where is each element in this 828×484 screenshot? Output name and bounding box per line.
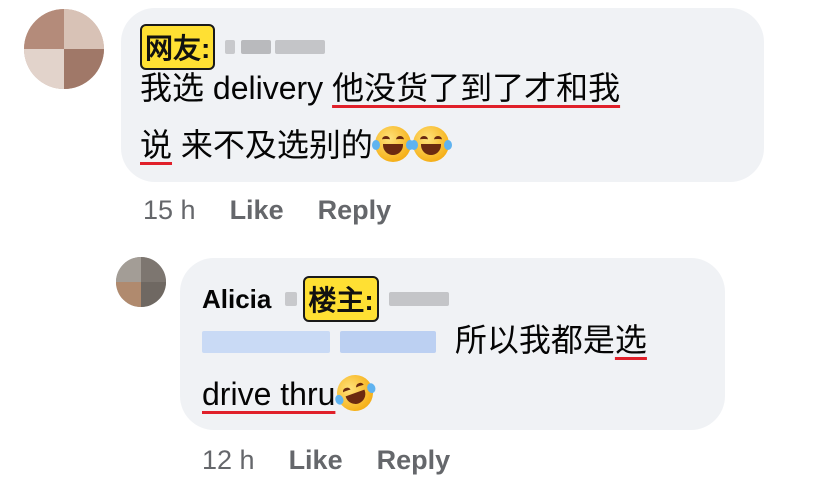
laughing-tears-emoji [409, 126, 452, 162]
comment-author-row: 网友: [140, 24, 326, 70]
avatar[interactable] [24, 9, 104, 89]
comment-text: 来不及选别的 [172, 127, 373, 163]
avatar-pixel [64, 49, 104, 89]
avatar-pixel [141, 282, 166, 307]
comment-meta: 15 h Like Reply [143, 195, 425, 226]
avatar-pixel [116, 257, 141, 282]
reply-button[interactable]: Reply [318, 195, 392, 226]
comment-author-row: Alicia 楼主: [202, 276, 449, 322]
comment-text: 我选 delivery [140, 70, 333, 106]
author-name[interactable]: Alicia [202, 284, 271, 315]
avatar[interactable] [116, 257, 166, 307]
blurred-author-name [275, 40, 326, 54]
blurred-mention [202, 331, 330, 353]
avatar-pixel [116, 282, 141, 307]
blurred-mention [340, 331, 436, 353]
comment-text-line: 所以我都是选 [202, 322, 647, 358]
reply-button[interactable]: Reply [377, 445, 451, 476]
blurred-author-name [241, 40, 272, 54]
comment-text-underlined: drive thru [202, 376, 336, 412]
blurred-author-name [388, 292, 449, 306]
like-button[interactable]: Like [230, 195, 284, 226]
laughing-tears-emoji [371, 126, 414, 162]
blurred-author-name [225, 40, 236, 54]
author-tag: 楼主: [303, 276, 379, 322]
avatar-pixel [24, 49, 64, 89]
rolling-laughing-emoji [332, 369, 379, 417]
like-button[interactable]: Like [289, 445, 343, 476]
comment-text-underlined: 选 [614, 322, 647, 358]
comment-text-line: 说 来不及选别的 [140, 126, 452, 163]
comment-meta: 12 h Like Reply [202, 445, 484, 476]
avatar-pixel [141, 257, 166, 282]
comment-text-underlined: 说 [140, 127, 173, 163]
avatar-pixel [24, 9, 64, 49]
comment-timestamp: 15 h [143, 195, 196, 225]
avatar-pixel [64, 9, 104, 49]
comment-timestamp: 12 h [202, 445, 255, 475]
comment-text-line: drive thru [202, 369, 379, 417]
comment-text-underlined: 他没货了到了才和我 [332, 70, 621, 106]
blurred-author-name [285, 292, 298, 306]
comment-text: 所以我都是 [454, 322, 615, 358]
author-tag: 网友: [140, 24, 216, 70]
comment-text-line: 我选 delivery 他没货了到了才和我 [140, 70, 620, 106]
